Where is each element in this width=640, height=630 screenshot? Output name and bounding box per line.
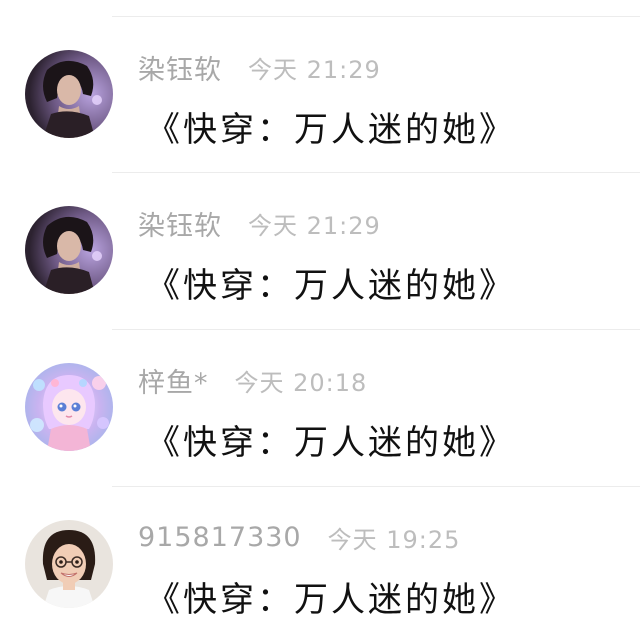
timestamp: 今天 21:29 [248,211,381,240]
sender-name[interactable]: 915817330 [138,522,302,553]
avatar[interactable] [25,206,113,294]
avatar[interactable] [25,50,113,138]
sender-name[interactable]: 染钰软 [138,204,222,243]
list-item[interactable]: 梓鱼* 今天 20:18 《快穿：万人迷的她》 [0,313,640,463]
timestamp: 今天 21:29 [248,55,381,84]
anime-girl-icon [25,363,113,451]
avatar[interactable] [25,363,113,451]
list-item[interactable]: 染钰软 今天 21:29 《快穿：万人迷的她》 [0,156,640,306]
message-feed: 染钰软 今天 21:29 《快穿：万人迷的她》 染钰软 今天 21:29 《快穿… [0,0,640,630]
woman-portrait-icon [25,50,113,138]
timestamp: 今天 19:25 [327,525,461,554]
message-meta: 染钰软 今天 21:29 [138,204,381,243]
message-meta: 915817330 今天 19:25 [138,520,460,554]
message-meta: 染钰软 今天 21:29 [138,48,381,87]
list-item[interactable]: 染钰软 今天 21:29 《快穿：万人迷的她》 [0,0,640,150]
message-meta: 梓鱼* 今天 20:18 [138,361,368,400]
message-text[interactable]: 《快穿：万人迷的她》 [146,415,516,464]
smiling-girl-icon [25,520,113,608]
timestamp: 今天 20:18 [234,368,368,397]
message-text[interactable]: 《快穿：万人迷的她》 [146,102,516,151]
message-text[interactable]: 《快穿：万人迷的她》 [146,572,516,621]
avatar[interactable] [25,520,113,608]
list-item[interactable]: 915817330 今天 19:25 《快穿：万人迷的她》 [0,470,640,620]
woman-portrait-icon [25,206,113,294]
sender-name[interactable]: 染钰软 [138,48,222,87]
sender-name[interactable]: 梓鱼* [138,361,209,400]
message-text[interactable]: 《快穿：万人迷的她》 [146,258,516,307]
